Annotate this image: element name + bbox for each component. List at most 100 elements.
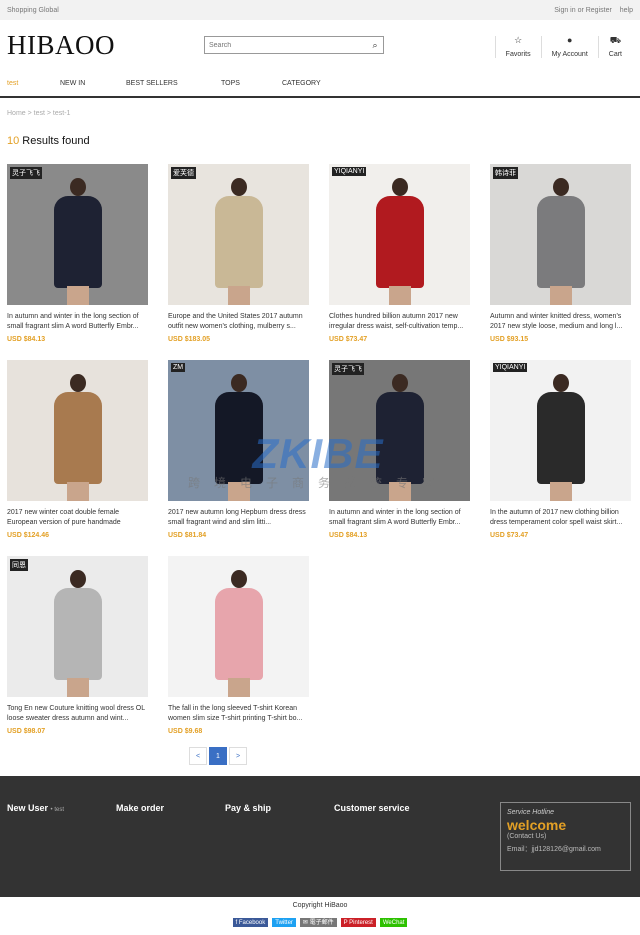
product-card[interactable]: ZM 2017 new autumn long Hepburn dress dre… <box>168 360 309 539</box>
product-title[interactable]: In autumn and winter in the long section… <box>7 312 148 332</box>
product-image[interactable]: 韩诗菲 <box>490 164 631 305</box>
nav-item-best-sellers[interactable]: BEST SELLERS <box>126 80 221 87</box>
product-title[interactable]: Autumn and winter knitted dress, women's… <box>490 312 631 332</box>
header-icons: ☆ Favorits ● My Account ⛟ Cart <box>494 35 632 58</box>
model-legs <box>66 482 89 501</box>
favorites-label: Favorits <box>505 51 531 58</box>
model-dress <box>375 196 424 288</box>
product-card[interactable]: 灵子飞飞 In autumn and winter in the long sec… <box>7 164 148 343</box>
prev-page-button[interactable]: < <box>189 747 207 765</box>
footer-pay-ship: Pay & ship <box>225 803 272 813</box>
model-head <box>69 178 86 196</box>
product-title[interactable]: 2017 new winter coat double female Europ… <box>7 508 148 528</box>
brand-badge: YIQIANYI <box>493 363 528 372</box>
page-button-current[interactable]: 1 <box>209 747 227 765</box>
product-card[interactable]: The fall in the long sleeved T-shirt Kor… <box>168 556 309 735</box>
product-title[interactable]: The fall in the long sleeved T-shirt Kor… <box>168 704 309 724</box>
model-legs <box>549 286 572 305</box>
product-card[interactable]: YIQIANYI Clothes hundred billion autumn 2… <box>329 164 470 343</box>
signin-link[interactable]: Sign in or Register <box>554 7 612 14</box>
model-legs <box>227 482 250 501</box>
service-hotline-box: Service Hotline welcome (Contact Us) Ema… <box>500 802 631 871</box>
account-button[interactable]: ● My Account <box>540 35 598 58</box>
product-title[interactable]: In autumn and winter in the long section… <box>329 508 470 528</box>
pagination: < 1 > <box>189 747 249 765</box>
product-title[interactable]: 2017 new autumn long Hepburn dress dress… <box>168 508 309 528</box>
product-image[interactable]: ZM <box>168 360 309 501</box>
product-card[interactable]: 2017 new winter coat double female Europ… <box>7 360 148 539</box>
product-image[interactable]: 爱芙德 <box>168 164 309 305</box>
share-button[interactable]: f Facebook <box>232 918 269 927</box>
product-card[interactable]: 爱芙德 Europe and the United States 2017 aut… <box>168 164 309 343</box>
brand-badge: 同恩 <box>10 559 28 571</box>
model-head <box>69 570 86 588</box>
model-dress <box>53 196 102 288</box>
nav-item-new-in[interactable]: NEW IN <box>60 80 126 87</box>
product-image[interactable]: YIQIANYI <box>329 164 470 305</box>
model-head <box>552 178 569 196</box>
user-icon: ● <box>566 35 573 45</box>
model-legs <box>388 482 411 501</box>
product-image[interactable] <box>7 360 148 501</box>
hotline-title: Service Hotline <box>507 809 555 816</box>
product-card[interactable]: 同恩 Tong En new Couture knitting wool dres… <box>7 556 148 735</box>
results-count: 10 Results found <box>0 127 640 147</box>
nav-item-tops[interactable]: TOPS <box>221 80 282 87</box>
product-image[interactable]: 灵子飞飞 <box>329 360 470 501</box>
nav-item-category[interactable]: CATEGORY <box>282 80 321 87</box>
product-card[interactable]: 灵子飞飞 In autumn and winter in the long sec… <box>329 360 470 539</box>
model-dress <box>536 392 585 484</box>
product-title[interactable]: In the autumn of 2017 new clothing billi… <box>490 508 631 528</box>
site-logo[interactable]: HIBAOO <box>7 30 115 61</box>
share-button[interactable]: P Pinterest <box>340 918 376 927</box>
model-dress <box>214 588 263 680</box>
share-button[interactable]: Twitter <box>272 918 296 927</box>
product-image[interactable] <box>168 556 309 697</box>
footer-new-user: New User • test <box>7 803 64 813</box>
product-price: USD $124.46 <box>7 532 50 539</box>
brand-badge: YIQIANYI <box>332 167 367 176</box>
footer-customer-service: Customer service <box>334 803 410 813</box>
results-number: 10 <box>7 135 20 147</box>
model-legs <box>66 678 89 697</box>
product-price: USD $73.47 <box>490 532 529 539</box>
next-page-button[interactable]: > <box>229 747 247 765</box>
cart-button[interactable]: ⛟ Cart <box>597 35 632 58</box>
model-legs <box>549 482 572 501</box>
product-price: USD $9.68 <box>168 728 203 735</box>
product-card[interactable]: 韩诗菲 Autumn and winter knitted dress, wome… <box>490 164 631 343</box>
product-image[interactable]: YIQIANYI <box>490 360 631 501</box>
product-price: USD $73.47 <box>329 336 368 343</box>
contact-us-link[interactable]: (Contact Us) <box>507 833 624 840</box>
cart-label: Cart <box>608 51 622 58</box>
product-title[interactable]: Tong En new Couture knitting wool dress … <box>7 704 148 724</box>
product-price: USD $93.15 <box>490 336 529 343</box>
product-image[interactable]: 灵子飞飞 <box>7 164 148 305</box>
product-card[interactable]: YIQIANYI In the autumn of 2017 new clothi… <box>490 360 631 539</box>
nav-item-test[interactable]: test <box>7 80 60 87</box>
search-box: ⌕ <box>204 36 384 54</box>
star-icon: ☆ <box>514 35 523 45</box>
product-price: USD $81.84 <box>168 532 207 539</box>
model-dress <box>214 196 263 288</box>
product-image[interactable]: 同恩 <box>7 556 148 697</box>
product-title[interactable]: Europe and the United States 2017 autumn… <box>168 312 309 332</box>
brand-badge: 灵子飞飞 <box>10 167 42 179</box>
product-price: USD $183.05 <box>168 336 211 343</box>
favorites-button[interactable]: ☆ Favorits <box>494 35 541 58</box>
search-icon[interactable]: ⌕ <box>367 40 383 51</box>
brand-badge: ZM <box>171 363 186 372</box>
footer-link-test[interactable]: • test <box>51 807 64 813</box>
help-link[interactable]: help <box>620 7 633 14</box>
share-button[interactable]: WeChat <box>379 918 408 927</box>
model-head <box>69 374 86 392</box>
search-input[interactable] <box>205 37 367 53</box>
brand-badge: 韩诗菲 <box>493 167 518 179</box>
shopping-global-link[interactable]: Shopping Global <box>7 7 59 14</box>
product-title[interactable]: Clothes hundred billion autumn 2017 new … <box>329 312 470 332</box>
share-button[interactable]: ✉ 電子郵件 <box>299 918 337 927</box>
product-price: USD $84.13 <box>7 336 46 343</box>
model-legs <box>227 678 250 697</box>
cart-icon: ⛟ <box>609 35 622 45</box>
model-head <box>230 178 247 196</box>
